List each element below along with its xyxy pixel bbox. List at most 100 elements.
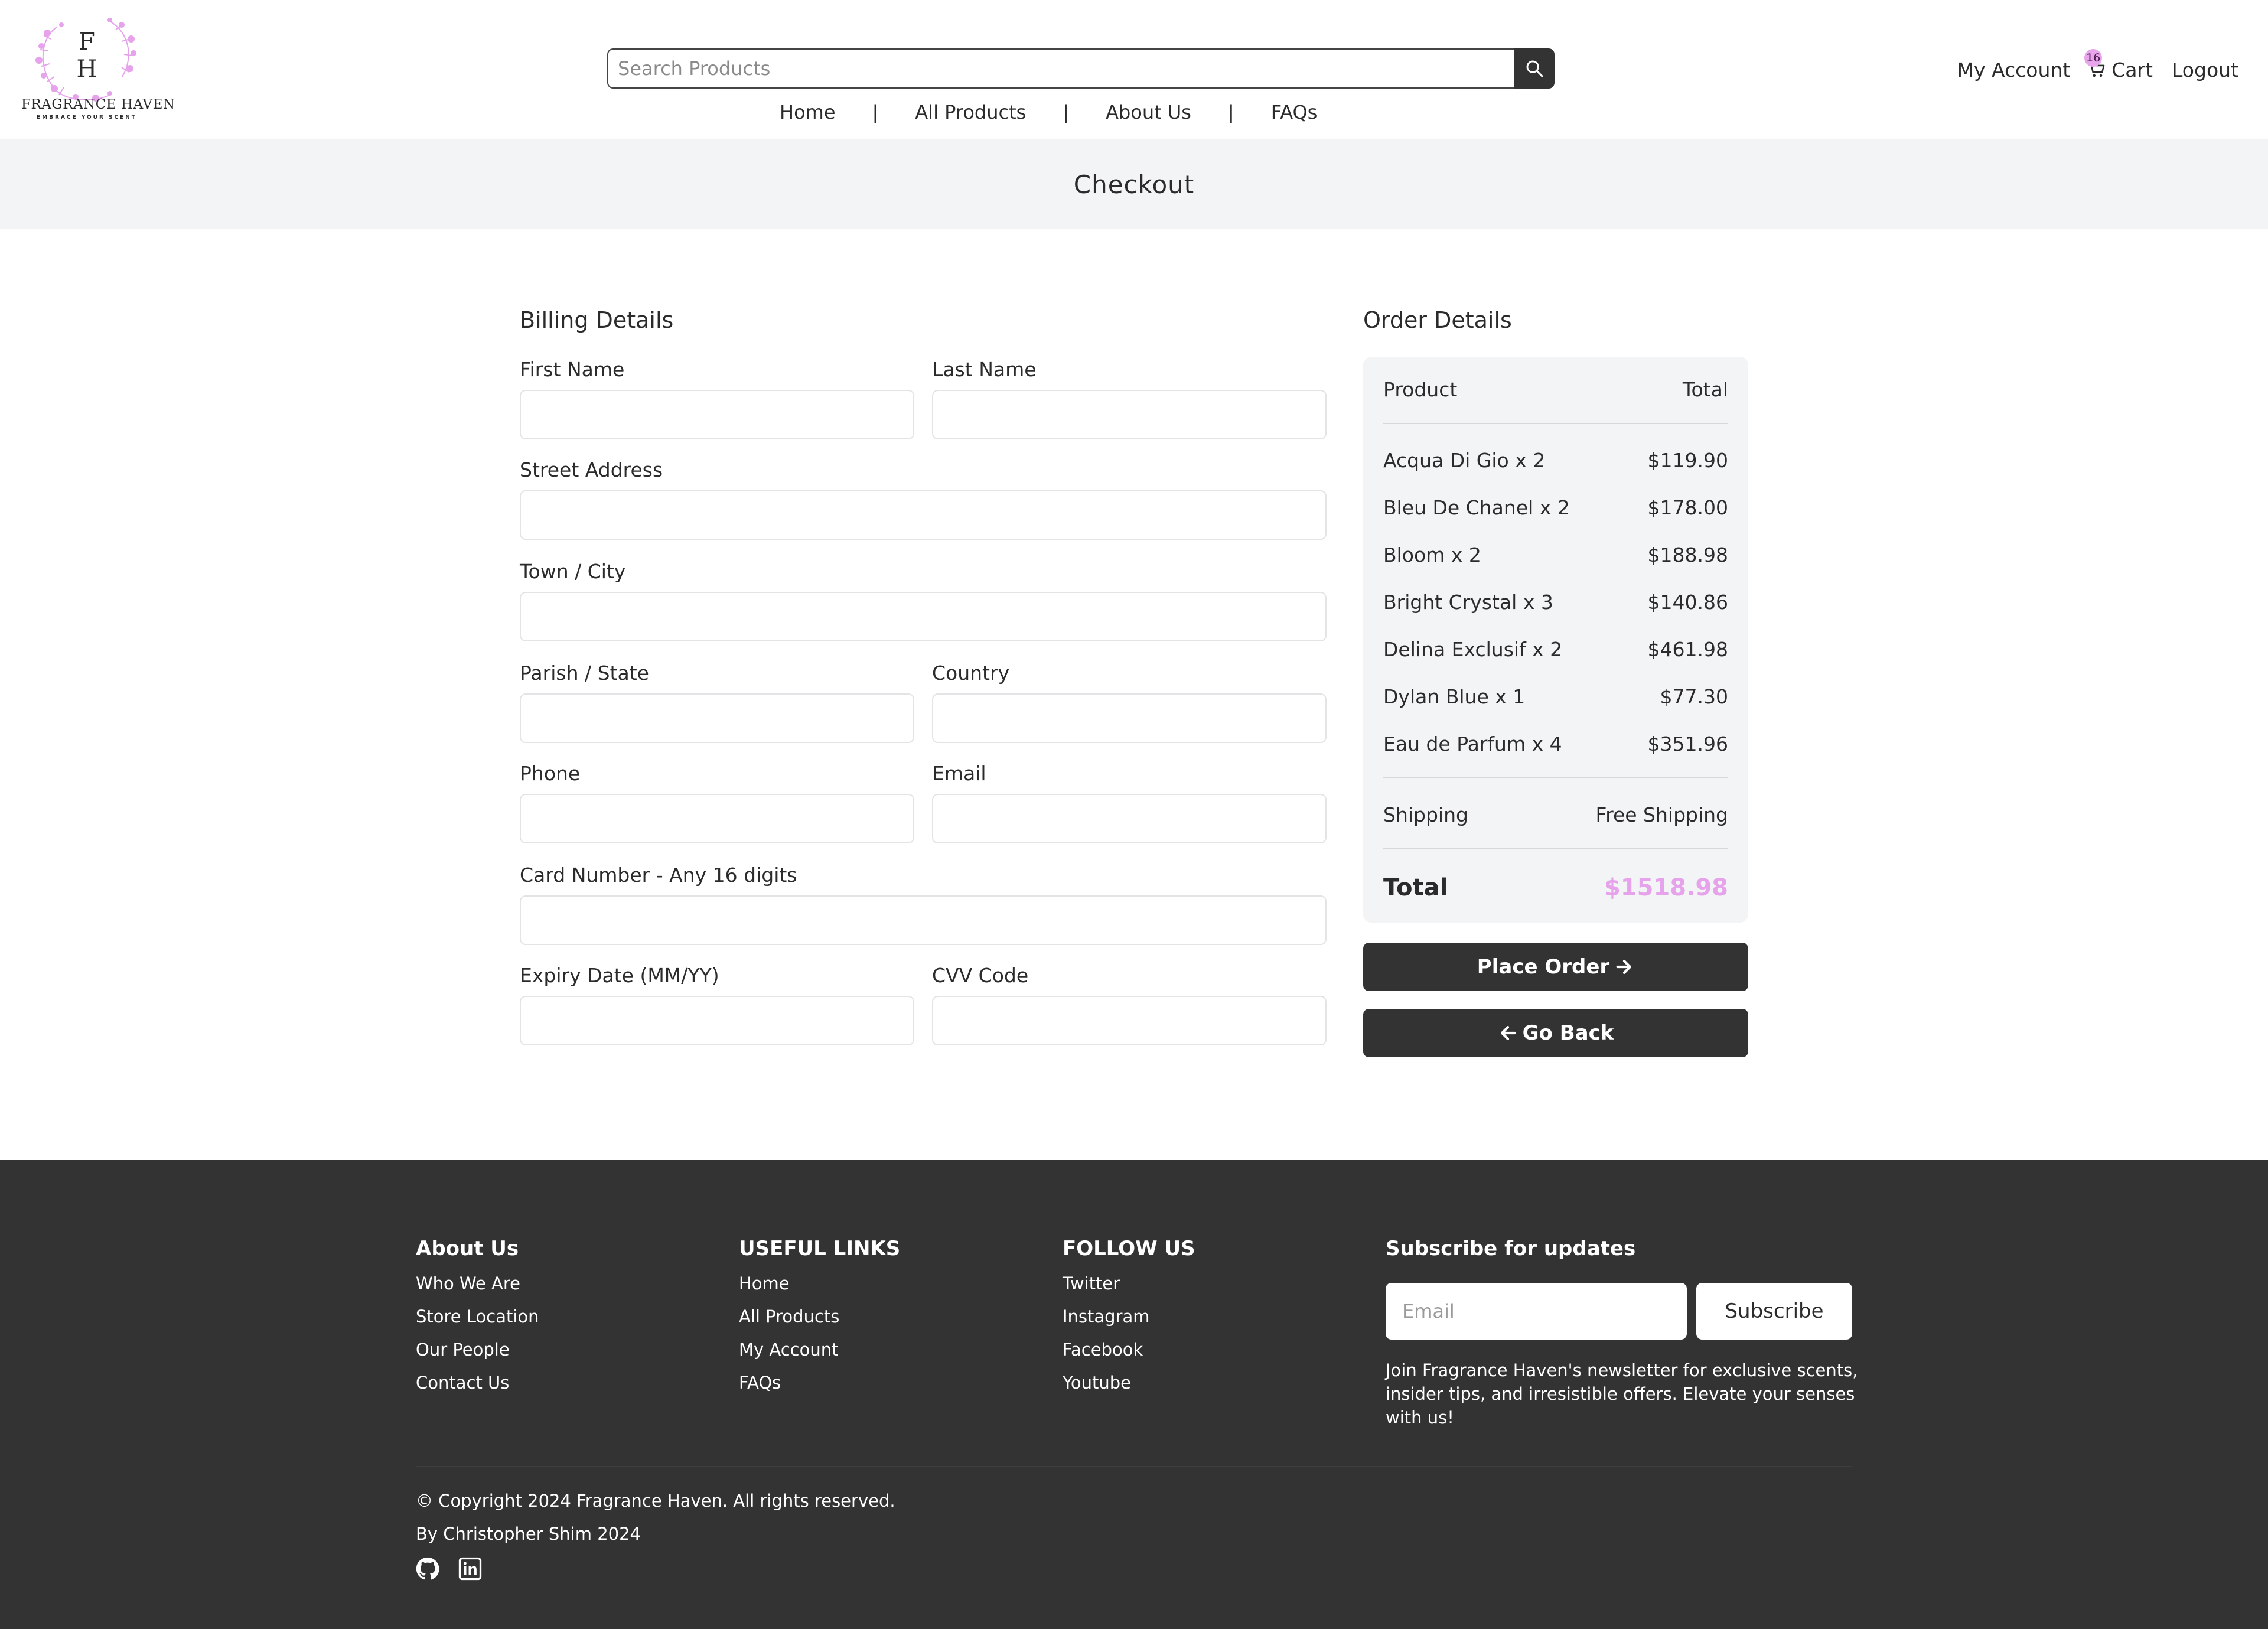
order-item-name: Eau de Parfum x 4	[1383, 732, 1562, 755]
divider	[1383, 848, 1728, 849]
shipping-label: Shipping	[1383, 803, 1468, 826]
nav-separator: |	[872, 101, 879, 123]
order-item-row: Acqua Di Gio x 2 $119.90	[1383, 449, 1728, 472]
svg-text:F: F	[79, 28, 95, 56]
country-field[interactable]	[932, 693, 1327, 743]
order-total-label: Total	[1383, 874, 1448, 901]
copyright-text: © Copyright 2024 Fragrance Haven. All ri…	[416, 1491, 895, 1511]
github-icon[interactable]	[416, 1557, 439, 1581]
billing-title: Billing Details	[520, 307, 674, 333]
order-item-row: Bright Crystal x 3 $140.86	[1383, 591, 1728, 614]
order-item-name: Delina Exclusif x 2	[1383, 638, 1563, 661]
order-item-row: Delina Exclusif x 2 $461.98	[1383, 638, 1728, 661]
order-header-row: Product Total	[1383, 378, 1728, 401]
card-number-label: Card Number - Any 16 digits	[520, 864, 797, 887]
footer-link-faqs[interactable]: FAQs	[739, 1373, 781, 1393]
account-links: My Account 16 Cart Logout	[1957, 48, 2238, 83]
logout-link[interactable]: Logout	[2172, 58, 2238, 82]
total-column-header: Total	[1682, 378, 1728, 401]
search-bar	[607, 48, 1555, 89]
order-item-price: $119.90	[1647, 449, 1728, 472]
cart-label: Cart	[2111, 58, 2153, 82]
phone-field[interactable]	[520, 794, 914, 843]
brand-tagline: EMBRACE YOUR SCENT	[37, 115, 137, 120]
search-button[interactable]	[1514, 48, 1555, 89]
cvv-field[interactable]	[932, 996, 1327, 1045]
subscribe-title: Subscribe for updates	[1386, 1237, 1636, 1260]
floral-wreath-icon: F H	[35, 18, 136, 102]
footer-link-store-location[interactable]: Store Location	[416, 1307, 539, 1327]
main-nav: Home | All Products | About Us | FAQs	[780, 99, 1317, 125]
street-address-field[interactable]	[520, 490, 1327, 540]
footer-link-facebook[interactable]: Facebook	[1063, 1340, 1143, 1360]
place-order-label: Place Order	[1477, 955, 1610, 979]
shipping-row: Shipping Free Shipping	[1383, 803, 1728, 826]
order-total-value: $1518.98	[1604, 874, 1728, 901]
town-city-label: Town / City	[520, 560, 626, 583]
footer-link-home[interactable]: Home	[739, 1273, 790, 1294]
cart-link[interactable]: 16 Cart	[2084, 48, 2153, 82]
nav-about-us[interactable]: About Us	[1106, 101, 1191, 123]
last-name-field[interactable]	[932, 390, 1327, 439]
order-total-row: Total $1518.98	[1383, 874, 1728, 901]
last-name-label: Last Name	[932, 358, 1037, 381]
order-summary-card: Product Total Acqua Di Gio x 2 $119.90 B…	[1363, 357, 1748, 923]
street-address-label: Street Address	[520, 458, 663, 481]
order-item-price: $178.00	[1647, 496, 1728, 519]
subscribe-description: Join Fragrance Haven's newsletter for ex…	[1386, 1360, 1858, 1428]
town-city-field[interactable]	[520, 592, 1327, 641]
nav-separator: |	[1063, 101, 1070, 123]
product-column-header: Product	[1383, 378, 1458, 401]
footer-link-contact-us[interactable]: Contact Us	[416, 1373, 509, 1393]
nav-separator: |	[1227, 101, 1234, 123]
shipping-value: Free Shipping	[1595, 803, 1728, 826]
order-item-row: Bloom x 2 $188.98	[1383, 543, 1728, 566]
order-item-name: Dylan Blue x 1	[1383, 685, 1526, 708]
footer-link-youtube[interactable]: Youtube	[1063, 1373, 1131, 1393]
nav-home[interactable]: Home	[780, 101, 836, 123]
expiry-date-label: Expiry Date (MM/YY)	[520, 964, 719, 987]
footer-follow-title: FOLLOW US	[1063, 1237, 1195, 1260]
footer-link-all-products[interactable]: All Products	[739, 1307, 839, 1327]
nav-faqs[interactable]: FAQs	[1271, 101, 1318, 123]
go-back-button[interactable]: Go Back	[1363, 1009, 1748, 1057]
page-title-banner: Checkout	[0, 139, 2268, 229]
place-order-button[interactable]: Place Order	[1363, 943, 1748, 991]
order-item-row: Dylan Blue x 1 $77.30	[1383, 685, 1728, 708]
first-name-label: First Name	[520, 358, 625, 381]
search-input[interactable]	[607, 48, 1514, 89]
email-field[interactable]	[932, 794, 1327, 843]
parish-state-field[interactable]	[520, 693, 914, 743]
order-title: Order Details	[1363, 307, 1512, 333]
my-account-link[interactable]: My Account	[1957, 58, 2070, 82]
first-name-field[interactable]	[520, 390, 914, 439]
card-number-field[interactable]	[520, 895, 1327, 945]
footer-link-twitter[interactable]: Twitter	[1063, 1273, 1120, 1294]
footer-link-our-people[interactable]: Our People	[416, 1340, 510, 1360]
order-item-name: Bleu De Chanel x 2	[1383, 496, 1570, 519]
brand-name: FRAGRANCE HAVEN	[21, 97, 175, 112]
footer-link-who-we-are[interactable]: Who We Are	[416, 1273, 520, 1294]
nav-all-products[interactable]: All Products	[915, 101, 1026, 123]
order-item-price: $188.98	[1647, 543, 1728, 566]
footer-link-my-account[interactable]: My Account	[739, 1340, 839, 1360]
order-item-price: $77.30	[1660, 685, 1728, 708]
cvv-label: CVV Code	[932, 964, 1029, 987]
order-item-row: Eau de Parfum x 4 $351.96	[1383, 732, 1728, 755]
page-title: Checkout	[1073, 170, 1195, 199]
svg-text:H: H	[77, 56, 97, 83]
subscribe-email-input[interactable]: Email	[1386, 1283, 1687, 1340]
linkedin-icon[interactable]	[458, 1557, 482, 1581]
order-item-price: $351.96	[1647, 732, 1728, 755]
cart-count-badge: 16	[2084, 48, 2103, 67]
arrow-left-icon	[1500, 1025, 1516, 1041]
order-item-row: Bleu De Chanel x 2 $178.00	[1383, 496, 1728, 519]
search-icon	[1526, 60, 1543, 77]
brand-logo[interactable]: F H FRAGRANCE HAVEN EMBRACE YOUR SCENT	[21, 15, 175, 125]
divider	[1383, 777, 1728, 778]
go-back-label: Go Back	[1522, 1021, 1614, 1045]
footer-link-instagram[interactable]: Instagram	[1063, 1307, 1150, 1327]
expiry-date-field[interactable]	[520, 996, 914, 1045]
footer-divider	[416, 1466, 1852, 1467]
subscribe-button[interactable]: Subscribe	[1696, 1283, 1852, 1340]
